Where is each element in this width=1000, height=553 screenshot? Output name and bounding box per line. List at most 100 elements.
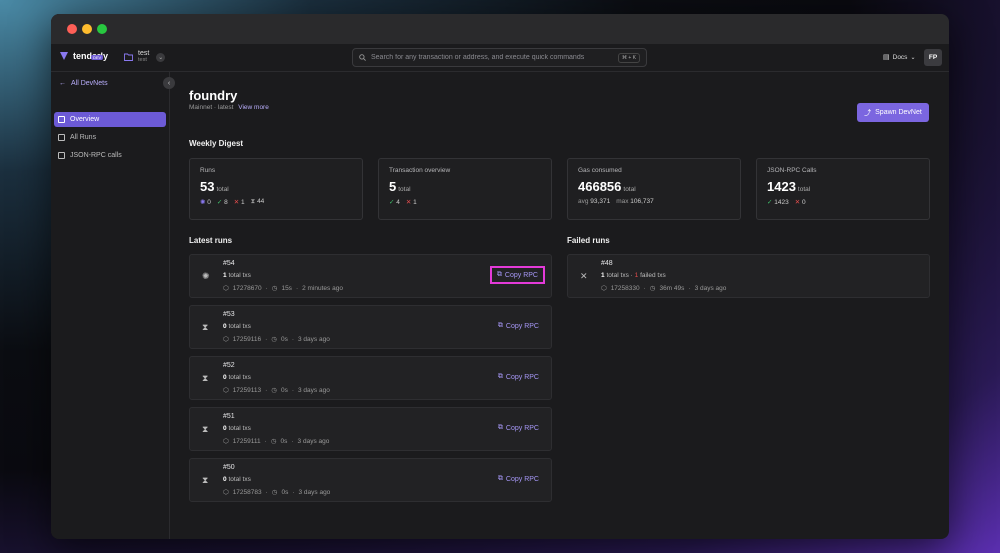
spawn-devnet-button[interactable]: ⤴ Spawn DevNet: [857, 103, 929, 122]
copy-rpc-button[interactable]: ⧉ Copy RPC: [498, 475, 539, 483]
run-block: 17259111: [232, 437, 261, 445]
run-time: 3 days ago: [297, 437, 330, 445]
rpc-value: 1423 total: [767, 179, 919, 194]
run-txs-label: total txs: [228, 323, 251, 330]
run-id: #51: [223, 413, 235, 420]
runs-stats: ✺ 0 ✓ 8 ✕ 1 ⧗ 44: [200, 198, 352, 206]
hourglass-icon: ⧗: [202, 475, 209, 485]
run-meta: ⬡ 17258330 · ◷ 36m 49s · 3 days ago: [601, 284, 727, 293]
cube-icon: ⬡: [223, 489, 229, 496]
runs-running: 0: [207, 199, 211, 206]
run-txs-count: 0: [223, 323, 227, 330]
run-id: #52: [223, 362, 235, 369]
run-duration: 0s: [280, 335, 288, 343]
run-time: 3 days ago: [694, 284, 727, 292]
latest-runs-title: Latest runs: [189, 236, 233, 245]
runs-label: Runs: [200, 167, 216, 174]
run-row-50[interactable]: ⧗ #50 0 total txs ⬡ 17258783 · ◷ 0s · 3 da…: [189, 458, 552, 502]
run-row-53[interactable]: ⧗ #53 0 total txs ⬡ 17259116 · ◷ 0s · 3 da…: [189, 305, 552, 349]
run-row-52[interactable]: ⧗ #52 0 total txs ⬡ 17259113 · ◷ 0s · 3 da…: [189, 356, 552, 400]
hourglass-icon: ⧗: [202, 373, 209, 383]
tx-unit: total: [398, 186, 411, 193]
running-icon: ✺: [200, 199, 206, 206]
run-failed-label: failed txs: [640, 272, 666, 279]
json-rpc-calls-card: JSON-RPC Calls 1423 total ✓ 1423 ✕ 0: [756, 158, 930, 220]
rpc-unit: total: [797, 186, 811, 193]
copy-rpc-label: Copy RPC: [505, 475, 539, 483]
back-to-devnets-link[interactable]: ← All DevNets: [59, 80, 108, 87]
clock-icon: ◷: [271, 489, 278, 496]
copy-rpc-label: Copy RPC: [504, 271, 538, 279]
user-avatar[interactable]: FP: [924, 49, 942, 66]
sidebar-item-all-runs[interactable]: All Runs: [54, 130, 166, 145]
cross-icon: ✕: [233, 199, 240, 206]
run-block: 17258330: [610, 284, 640, 292]
gas-unit: total: [623, 186, 636, 193]
hourglass-icon: ⧗: [202, 424, 209, 434]
run-row-51[interactable]: ⧗ #51 0 total txs ⬡ 17259111 · ◷ 0s · 3 da…: [189, 407, 552, 451]
collapse-sidebar-button[interactable]: ‹: [163, 77, 175, 89]
search-icon: [359, 54, 366, 61]
sidebar-item-json-rpc-calls[interactable]: JSON-RPC calls: [54, 148, 166, 163]
main-content: foundry Mainnet · latest View more ⤴ Spa…: [171, 72, 949, 539]
run-id: #50: [223, 464, 235, 471]
spawn-label: Spawn DevNet: [875, 109, 922, 116]
database-icon: [58, 152, 65, 159]
chevron-down-icon: ⌄: [156, 52, 166, 62]
rpc-label: JSON-RPC Calls: [767, 167, 817, 174]
run-failed-count: 1: [634, 272, 639, 279]
tenderly-logo-icon: [60, 52, 68, 60]
spawn-icon: ⤴: [864, 109, 872, 117]
run-txs-label: total txs: [228, 374, 251, 381]
folder-icon: [124, 53, 133, 61]
copy-rpc-button[interactable]: ⧉ Copy RPC: [489, 266, 545, 284]
gas-max-label: max: [616, 198, 629, 205]
sidebar-item-overview[interactable]: Overview: [54, 112, 166, 127]
page-subtitle: Mainnet · latest View more: [189, 104, 269, 111]
tx-label: Transaction overview: [389, 167, 451, 174]
tx-total: 5: [389, 179, 397, 194]
sidebar-item-label: All Runs: [70, 134, 97, 141]
cube-icon: ⬡: [601, 285, 607, 292]
run-meta: ⬡ 17278670 · ◷ 15s · 2 minutes ago: [223, 284, 343, 293]
run-txs: 1 total txs · 1 failed txs: [601, 272, 666, 279]
hourglass-icon: ⧗: [202, 322, 209, 332]
check-icon: ✓: [767, 199, 773, 206]
tx-value: 5 total: [389, 179, 541, 194]
search-input[interactable]: Search for any transaction or address, a…: [371, 54, 613, 61]
copy-rpc-label: Copy RPC: [505, 373, 539, 381]
cube-icon: ⬡: [223, 387, 229, 394]
run-meta: ⬡ 17259111 · ◷ 0s · 3 days ago: [223, 437, 330, 446]
view-more-link[interactable]: View more: [238, 104, 269, 111]
gas-stats: avg 93,371 max 106,737: [578, 198, 730, 205]
run-duration: 0s: [280, 437, 288, 445]
docs-label: Docs: [892, 53, 908, 61]
file-icon: [58, 134, 65, 141]
copy-rpc-label: Copy RPC: [505, 322, 539, 330]
run-row-54[interactable]: ✺ #54 1 total txs ⬡ 17278670 · ◷ 15s · 2 m…: [189, 254, 552, 298]
close-window-button[interactable]: [67, 24, 77, 34]
copy-rpc-button[interactable]: ⧉ Copy RPC: [498, 322, 539, 330]
run-txs: 0 total txs: [223, 476, 251, 483]
run-meta: ⬡ 17258783 · ◷ 0s · 3 days ago: [223, 488, 331, 497]
run-time: 3 days ago: [298, 386, 330, 394]
docs-menu[interactable]: ▤ Docs ⌄: [883, 53, 915, 62]
cross-icon: ✕: [580, 271, 588, 281]
project-selector[interactable]: test test ⌄: [124, 50, 166, 64]
run-time: 3 days ago: [298, 335, 330, 343]
maximize-window-button[interactable]: [97, 24, 107, 34]
runs-card: Runs 53 total ✺ 0 ✓ 8 ✕ 1 ⧗ 44: [189, 158, 363, 220]
run-id: #54: [223, 260, 235, 267]
runs-value: 53 total: [200, 179, 352, 194]
tx-failed: 1: [413, 199, 417, 206]
cube-icon: ⬡: [223, 438, 229, 445]
copy-rpc-button[interactable]: ⧉ Copy RPC: [498, 424, 539, 432]
search-bar[interactable]: Search for any transaction or address, a…: [352, 48, 647, 67]
run-txs-label: total txs: [228, 476, 251, 483]
copy-rpc-button[interactable]: ⧉ Copy RPC: [498, 373, 539, 381]
copy-icon: ⧉: [497, 373, 503, 380]
minimize-window-button[interactable]: [82, 24, 92, 34]
rpc-total: 1423: [767, 179, 796, 194]
failed-run-row-48[interactable]: ✕ #48 1 total txs · 1 failed txs ⬡ 172583…: [567, 254, 930, 298]
run-txs-count: 0: [223, 374, 227, 381]
